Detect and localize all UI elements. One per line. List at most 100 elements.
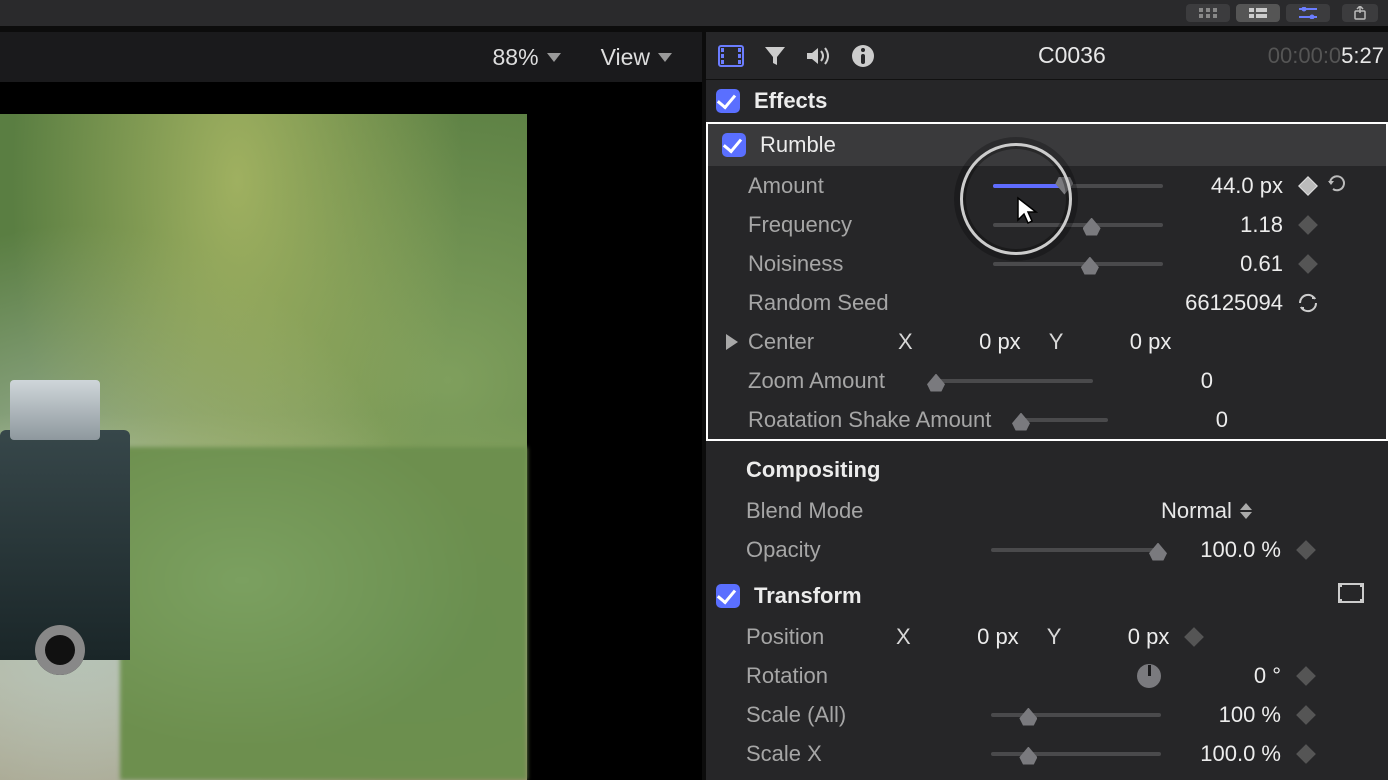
viewer-scene-car <box>0 430 130 660</box>
opacity-label: Opacity <box>746 537 991 563</box>
viewer-scene-grass <box>120 447 527 780</box>
transform-label: Transform <box>754 583 862 609</box>
keyframe-icon[interactable] <box>1295 543 1317 557</box>
keyframe-icon[interactable] <box>1297 179 1319 193</box>
disclosure-triangle-icon[interactable] <box>726 334 738 350</box>
zoom-dropdown[interactable]: 88% <box>493 44 561 71</box>
opacity-value[interactable]: 100.0 % <box>1161 537 1281 563</box>
x-axis-label: X <box>896 624 911 650</box>
x-axis-label: X <box>898 329 913 355</box>
compositing-label: Compositing <box>746 457 880 483</box>
center-label: Center <box>748 329 898 355</box>
opacity-slider[interactable] <box>991 548 1161 552</box>
compositing-heading[interactable]: Compositing <box>706 449 1388 491</box>
chevron-down-icon <box>547 53 561 62</box>
frequency-label: Frequency <box>748 212 993 238</box>
y-axis-label: Y <box>1049 329 1064 355</box>
keyframe-icon[interactable] <box>1183 630 1205 644</box>
zoom-amount-value[interactable]: 0 <box>1093 368 1213 394</box>
param-frequency: Frequency 1.18 <box>708 205 1386 244</box>
inspector-pane: C0036 00:00:05:27 Effects Rumble Amount … <box>702 32 1388 780</box>
blend-mode-select[interactable]: Normal <box>1161 498 1252 524</box>
param-amount: Amount 44.0 px <box>708 166 1386 205</box>
scale-x-value[interactable]: 100.0 % <box>1161 741 1281 767</box>
keyframe-icon[interactable] <box>1297 218 1319 232</box>
viewer-pane: 88% View <box>0 32 702 780</box>
regenerate-icon[interactable] <box>1297 292 1319 314</box>
amount-slider[interactable] <box>993 184 1163 188</box>
transform-checkbox[interactable] <box>716 584 740 608</box>
app-top-toolbar <box>0 0 1388 26</box>
position-x-group: X 0 px <box>896 624 1019 650</box>
share-button[interactable] <box>1342 4 1378 22</box>
mode-button-list[interactable] <box>1236 4 1280 22</box>
blend-mode-label: Blend Mode <box>746 498 991 524</box>
center-x-group: X 0 px <box>898 329 1021 355</box>
position-label: Position <box>746 624 896 650</box>
rumble-checkbox[interactable] <box>722 133 746 157</box>
video-inspector-icon[interactable] <box>718 43 744 69</box>
center-y-value[interactable]: 0 px <box>1081 329 1171 355</box>
inspector-header: C0036 00:00:05:27 <box>706 32 1388 80</box>
keyframe-icon[interactable] <box>1295 708 1317 722</box>
chevron-down-icon <box>658 53 672 62</box>
keyframe-icon[interactable] <box>1297 257 1319 271</box>
reset-icon[interactable] <box>1327 173 1347 198</box>
blend-mode-value: Normal <box>1161 498 1232 524</box>
info-inspector-icon[interactable] <box>850 43 876 69</box>
param-rotation-shake: Roatation Shake Amount 0 <box>708 400 1386 439</box>
view-dropdown[interactable]: View <box>601 44 672 71</box>
amount-label: Amount <box>748 173 993 199</box>
scale-all-slider[interactable] <box>991 713 1161 717</box>
scale-x-slider[interactable] <box>991 752 1161 756</box>
frequency-value[interactable]: 1.18 <box>1163 212 1283 238</box>
zoom-value: 88% <box>493 44 539 71</box>
effects-checkbox[interactable] <box>716 89 740 113</box>
rotation-shake-value[interactable]: 0 <box>1108 407 1228 433</box>
rotation-label: Rotation <box>746 663 991 689</box>
param-blend-mode: Blend Mode Normal <box>706 491 1388 530</box>
effects-label: Effects <box>754 88 827 114</box>
random-seed-value[interactable]: 66125094 <box>1163 290 1283 316</box>
position-x-value[interactable]: 0 px <box>929 624 1019 650</box>
scale-all-value[interactable]: 100 % <box>1161 702 1281 728</box>
rumble-heading-row[interactable]: Rumble <box>708 124 1386 166</box>
rotation-value[interactable]: 0 ° <box>1161 663 1281 689</box>
viewer-header: 88% View <box>0 32 702 82</box>
audio-inspector-icon[interactable] <box>806 43 832 69</box>
noisiness-label: Noisiness <box>748 251 993 277</box>
position-y-value[interactable]: 0 px <box>1079 624 1169 650</box>
noisiness-value[interactable]: 0.61 <box>1163 251 1283 277</box>
rotation-shake-slider[interactable] <box>1018 418 1108 422</box>
mode-button-grid[interactable] <box>1186 4 1230 22</box>
keyframe-icon[interactable] <box>1295 669 1317 683</box>
param-scale-x: Scale X 100.0 % <box>706 734 1388 773</box>
clip-name: C0036 <box>876 42 1268 69</box>
center-x-value[interactable]: 0 px <box>931 329 1021 355</box>
updown-icon <box>1240 503 1252 519</box>
section-compositing: Compositing Blend Mode Normal Opacity 10… <box>706 449 1388 575</box>
filter-inspector-icon[interactable] <box>762 43 788 69</box>
transform-heading[interactable]: Transform <box>706 575 1388 617</box>
rotation-dial[interactable] <box>1137 664 1161 688</box>
section-effects-heading[interactable]: Effects <box>706 80 1388 122</box>
view-label: View <box>601 44 650 71</box>
transform-onscreen-icon[interactable] <box>1338 583 1364 609</box>
zoom-amount-slider[interactable] <box>933 379 1093 383</box>
param-zoom-amount: Zoom Amount 0 <box>708 361 1386 400</box>
inspector-mode-segment <box>1186 4 1330 22</box>
section-transform: Transform Position X 0 px Y 0 px Rotatio… <box>706 575 1388 779</box>
amount-value[interactable]: 44.0 px <box>1163 173 1283 199</box>
noisiness-slider[interactable] <box>993 262 1163 266</box>
mode-button-sliders[interactable] <box>1286 4 1330 22</box>
center-y-group: Y 0 px <box>1049 329 1172 355</box>
rumble-effect-group: Rumble Amount 44.0 px Frequency 1.18 N <box>706 122 1388 441</box>
clip-timecode: 00:00:05:27 <box>1268 43 1388 69</box>
viewer-canvas[interactable] <box>0 114 527 780</box>
keyframe-icon[interactable] <box>1295 747 1317 761</box>
frequency-slider[interactable] <box>993 223 1163 227</box>
param-noisiness: Noisiness 0.61 <box>708 244 1386 283</box>
timecode-lit: 5:27 <box>1341 43 1384 68</box>
rumble-title: Rumble <box>760 132 836 158</box>
scale-all-label: Scale (All) <box>746 702 991 728</box>
